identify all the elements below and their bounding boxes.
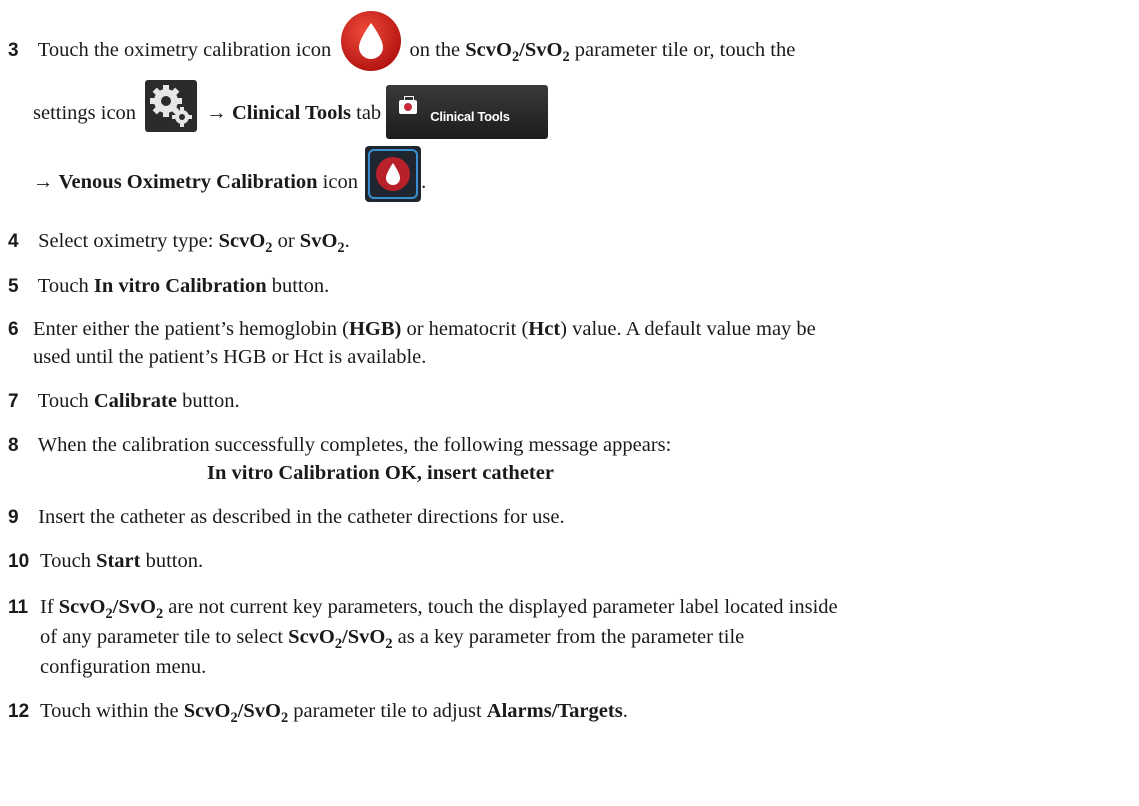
step-8-message: In vitro Calibration OK, insert catheter (8, 458, 1133, 488)
clinical-tools-tab-icon (399, 95, 418, 114)
venous-oximetry-calibration-icon[interactable] (365, 146, 422, 211)
step-6: 6 Enter either the patient’s hemoglobin (… (8, 318, 816, 340)
step-10: 10 Touch Start button. (8, 550, 204, 572)
step-number: 3 (8, 40, 19, 62)
step-8: 8 When the calibration successfully comp… (8, 434, 672, 456)
step-11: 11 If ScvO2/SvO2 are not current key para… (8, 596, 838, 623)
calibration-message: In vitro Calibration OK, insert catheter (207, 462, 554, 484)
step-6-line-2: used until the patient’s HGB or Hct is a… (33, 346, 427, 368)
step-7: 7 Touch Calibrate button. (8, 390, 240, 412)
step-5: 5 Touch In vitro Calibration button. (8, 275, 330, 297)
clinical-tools-tab[interactable]: Clinical Tools (386, 84, 549, 139)
tab-label: Clinical Tools (430, 108, 510, 124)
step-9: 9 Insert the catheter as described in th… (8, 506, 565, 528)
settings-gear-icon[interactable] (145, 80, 198, 141)
step-3: 3 Touch the oximetry calibration icon on… (8, 11, 1133, 81)
step-12: 12 Touch within the ScvO2/SvO2 parameter … (8, 700, 628, 727)
step-3-line-2: settings icon → Clinical Tools tab Clini… (8, 80, 1133, 141)
step-4: 4 Select oximetry type: ScvO2 or SvO2. (8, 230, 350, 257)
step-11-line-2: of any parameter tile to select ScvO2/Sv… (40, 626, 745, 653)
step-11-line-3: configuration menu. (40, 656, 207, 678)
oximetry-calibration-icon[interactable] (340, 10, 402, 81)
step-3-line-3: → Venous Oximetry Calibration icon . (8, 146, 1133, 211)
